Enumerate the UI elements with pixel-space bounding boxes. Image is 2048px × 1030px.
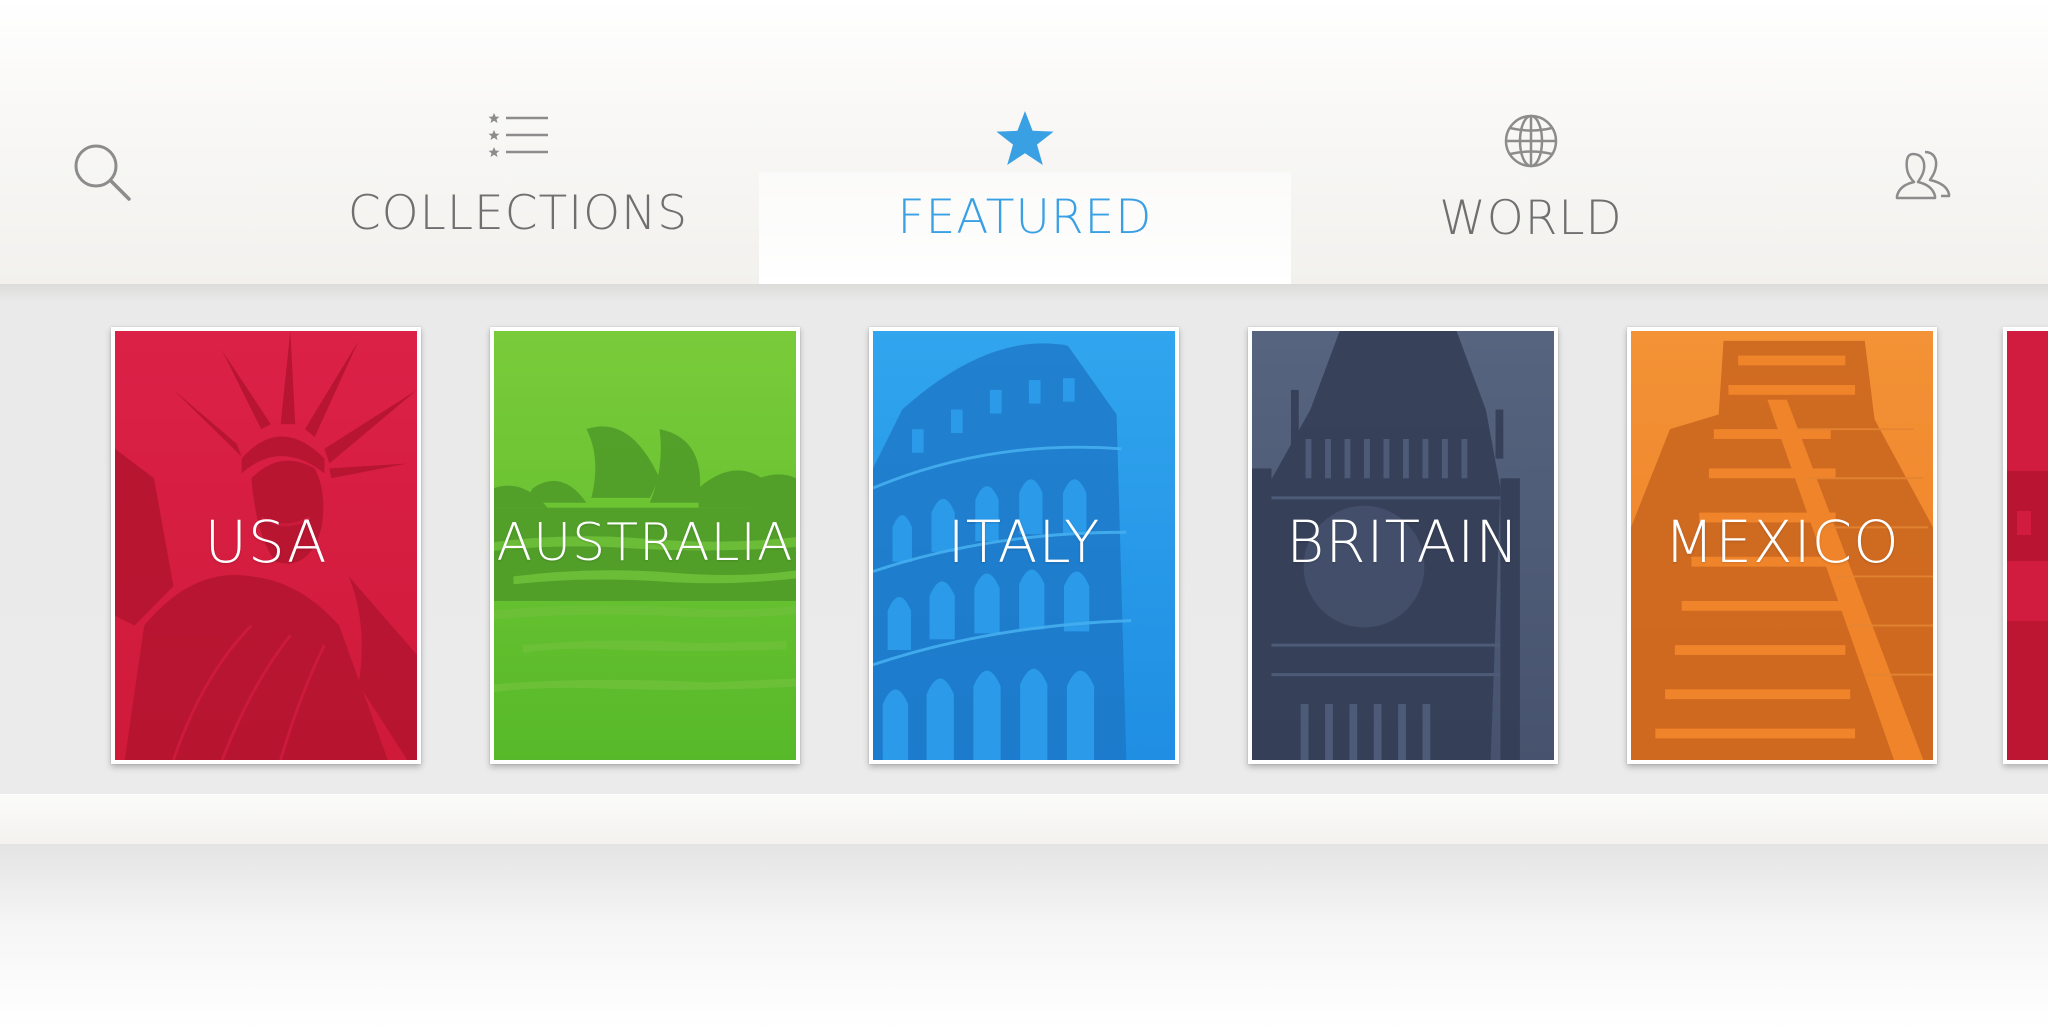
list-icon: [488, 113, 548, 157]
search-button[interactable]: [70, 140, 134, 204]
book-italy[interactable]: ITALY: [869, 327, 1179, 764]
tab-collections-label: COLLECTIONS: [347, 186, 689, 241]
book-usa[interactable]: USA: [111, 327, 421, 764]
book-partial-art: [2007, 331, 2048, 760]
search-icon: [74, 144, 131, 201]
book-title: MEXICO: [1664, 508, 1900, 576]
top-navigation-bar: COLLECTIONS FEATURED WORLD: [0, 0, 2048, 284]
people-icon: [1895, 150, 1951, 200]
book-britain[interactable]: BRITAIN: [1248, 327, 1558, 764]
globe-icon: [1504, 114, 1558, 168]
star-icon: [996, 111, 1054, 165]
book-title: BRITAIN: [1286, 508, 1520, 576]
tab-featured-label: FEATURED: [897, 190, 1153, 245]
book-partial-next[interactable]: [2003, 327, 2048, 764]
shelf-edge: [0, 794, 2048, 845]
tab-featured[interactable]: FEATURED: [845, 110, 1205, 245]
book-australia[interactable]: AUSTRALIA: [490, 327, 800, 764]
tab-world-label: WORLD: [1439, 191, 1623, 246]
book-title: AUSTRALIA: [496, 513, 794, 573]
shelf-shadow: [0, 844, 2048, 1030]
tab-world[interactable]: WORLD: [1351, 113, 1711, 246]
tab-collections[interactable]: COLLECTIONS: [338, 112, 698, 241]
people-button[interactable]: [1895, 144, 1961, 200]
book-title: ITALY: [947, 508, 1101, 576]
book-mexico[interactable]: MEXICO: [1627, 327, 1937, 764]
book-title: USA: [204, 508, 328, 576]
